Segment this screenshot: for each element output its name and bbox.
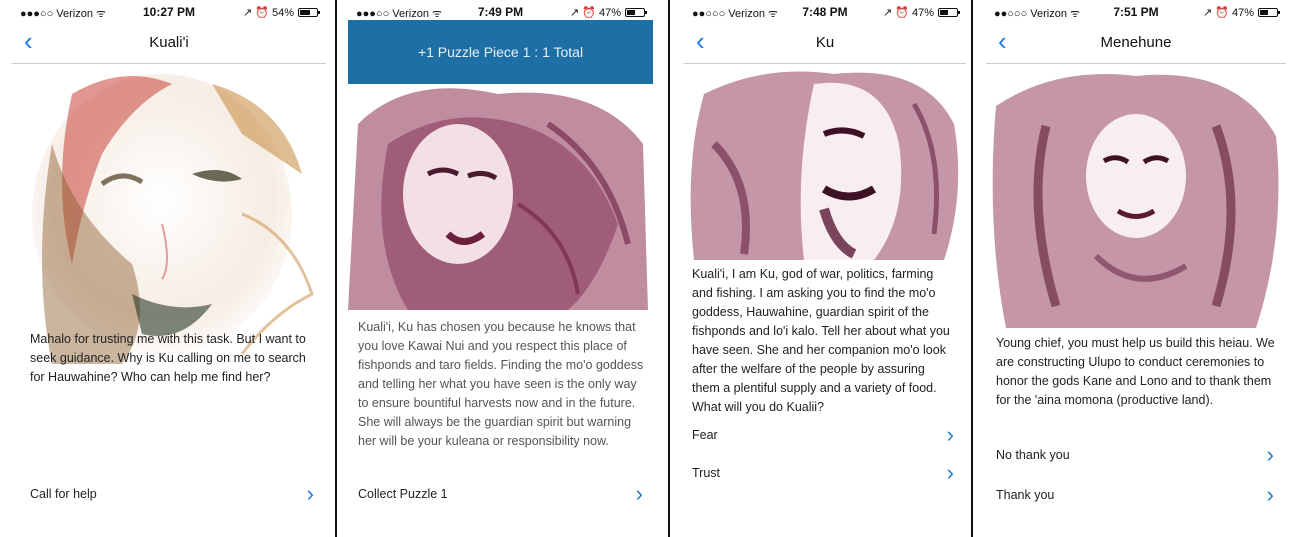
battery-icon — [298, 8, 320, 17]
portrait-image — [348, 84, 653, 310]
chevron-right-icon: › — [1266, 482, 1274, 507]
nav-bar: ‹ Kuali'i — [12, 22, 326, 64]
sketch-portrait-woman-icon — [12, 64, 326, 364]
option-fear[interactable]: Fear › — [692, 423, 954, 449]
option-label: Trust — [692, 466, 721, 480]
option-thank-you[interactable]: Thank you › — [996, 483, 1274, 509]
nav-title: Kuali'i — [149, 34, 189, 51]
sketch-portrait-man-icon — [684, 64, 966, 260]
nav-title: Ku — [815, 34, 835, 51]
chevron-right-icon: › — [306, 481, 314, 506]
option-label: Fear — [692, 428, 718, 442]
chevron-right-icon: › — [1266, 442, 1274, 467]
battery-icon — [938, 8, 960, 17]
dialogue-text: Young chief, you must help us build this… — [996, 336, 1275, 407]
screen-menehune: ●●○○○ Verizon ᯤ 7:51 PM ↗ ⏰ 47% ‹ Menehu… — [986, 0, 1286, 537]
portrait-image — [12, 64, 326, 364]
dialogue-text: Kuali'i, I am Ku, god of war, politics, … — [692, 267, 950, 414]
status-indicators: ↗ ⏰ 47% — [1202, 7, 1254, 19]
battery-icon — [1258, 8, 1280, 17]
option-trust[interactable]: Trust › — [692, 461, 954, 487]
option-call-for-help[interactable]: Call for help › — [30, 482, 314, 508]
option-label: Thank you — [996, 488, 1055, 502]
status-right: ↗ ⏰ 47% — [882, 6, 960, 19]
screenshot-strip: ●●●○○ Verizon ᯤ 10:27 PM ↗ ⏰ 54% ‹ Kuali… — [0, 0, 1298, 537]
divider — [335, 0, 337, 537]
status-right: ↗ ⏰ 54% — [242, 6, 320, 19]
status-indicators: ↗ ⏰ 54% — [242, 7, 294, 19]
nav-title: Menehune — [1100, 34, 1172, 51]
dialogue-text: Kuali'i, Ku has chosen you because he kn… — [358, 320, 644, 448]
status-indicators: ↗ ⏰ 47% — [882, 7, 934, 19]
option-label: Call for help — [30, 487, 97, 501]
option-collect-puzzle[interactable]: Collect Puzzle 1 › — [358, 482, 643, 508]
option-label: Collect Puzzle 1 — [358, 487, 448, 501]
option-no-thank-you[interactable]: No thank you › — [996, 443, 1274, 469]
portrait-image — [986, 66, 1286, 328]
status-bar: ●●●○○ Verizon ᯤ 7:49 PM ↗ ⏰ 47% — [348, 0, 653, 22]
nav-bar: ‹ Menehune — [986, 22, 1286, 64]
chevron-right-icon: › — [635, 481, 643, 506]
status-bar: ●●●○○ Verizon ᯤ 10:27 PM ↗ ⏰ 54% — [12, 0, 326, 22]
status-bar: ●●○○○ Verizon ᯤ 7:51 PM ↗ ⏰ 47% — [986, 0, 1286, 22]
puzzle-banner: +1 Puzzle Piece 1 : 1 Total — [348, 20, 653, 84]
battery-icon — [625, 8, 647, 17]
dialogue-text: Mahalo for trusting me with this task. B… — [30, 332, 306, 384]
portrait-image — [684, 64, 966, 260]
sketch-portrait-ku-icon — [348, 84, 653, 310]
sketch-portrait-menehune-icon — [986, 66, 1286, 328]
status-right: ↗ ⏰ 47% — [569, 6, 647, 19]
option-label: No thank you — [996, 448, 1070, 462]
divider — [668, 0, 670, 537]
screen-kualii: ●●●○○ Verizon ᯤ 10:27 PM ↗ ⏰ 54% ‹ Kuali… — [12, 0, 326, 537]
status-right: ↗ ⏰ 47% — [1202, 6, 1280, 19]
status-indicators: ↗ ⏰ 47% — [569, 7, 621, 19]
divider — [971, 0, 973, 537]
screen-ku: ●●○○○ Verizon ᯤ 7:48 PM ↗ ⏰ 47% ‹ Ku Kua… — [684, 0, 966, 537]
screen-puzzle: ●●●○○ Verizon ᯤ 7:49 PM ↗ ⏰ 47% +1 Puzzl… — [348, 0, 653, 537]
chevron-right-icon: › — [946, 460, 954, 485]
chevron-right-icon: › — [946, 422, 954, 447]
nav-bar: ‹ Ku — [684, 22, 966, 64]
status-bar: ●●○○○ Verizon ᯤ 7:48 PM ↗ ⏰ 47% — [684, 0, 966, 22]
